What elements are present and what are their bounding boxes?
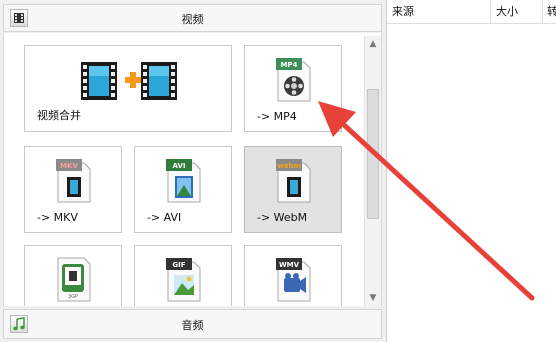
annotation-arrow (318, 101, 535, 301)
